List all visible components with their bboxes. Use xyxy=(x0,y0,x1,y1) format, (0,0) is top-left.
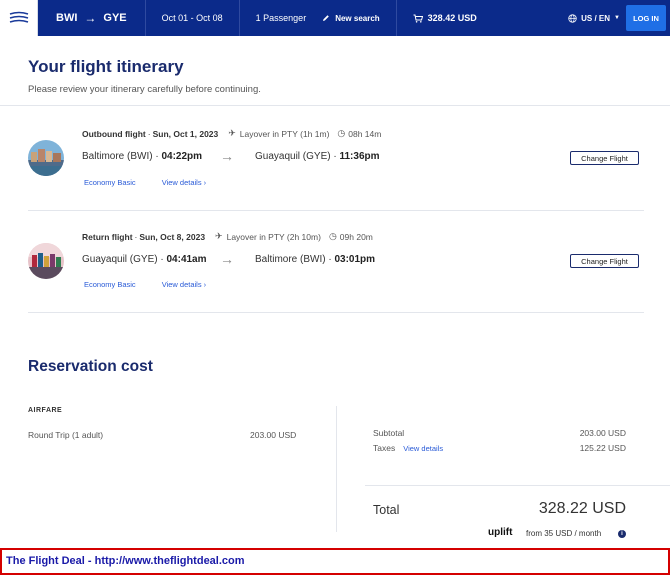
taxes-details-link[interactable]: View details xyxy=(403,444,443,453)
city-photo-icon xyxy=(28,140,64,176)
change-flight-button[interactable]: Change Flight xyxy=(570,151,639,165)
flight-date: Sun, Oct 1, 2023 xyxy=(152,128,219,139)
trip-type: Round Trip (1 adult) xyxy=(28,430,104,440)
passenger-count[interactable]: 1 Passenger xyxy=(240,13,323,23)
cart-total: 328.42 USD xyxy=(427,13,477,23)
new-search-label: New search xyxy=(335,13,380,23)
layover-text: Layover in PTY (2h 10m) xyxy=(226,231,321,242)
pencil-icon xyxy=(323,15,330,21)
language-selector[interactable]: US / EN ▼ xyxy=(568,0,620,36)
destination-code: GYE xyxy=(103,12,127,24)
total-divider xyxy=(365,485,670,486)
clock-icon: ◷ xyxy=(328,231,337,241)
view-details-link[interactable]: View details › xyxy=(162,280,206,289)
destination-image xyxy=(28,243,64,279)
airline-logo[interactable] xyxy=(0,0,38,36)
login-button[interactable]: LOG IN xyxy=(626,5,666,31)
flight-label: Outbound flight xyxy=(82,128,146,139)
duration-text: 09h 20m xyxy=(339,231,373,242)
column-divider xyxy=(336,406,337,532)
footer-banner: The Flight Deal - http://www.theflightde… xyxy=(0,548,670,575)
departure-city: Baltimore (BWI) · xyxy=(82,151,162,162)
total-value: 328.22 USD xyxy=(538,500,626,517)
section-divider xyxy=(0,105,670,106)
subtotal-row: Subtotal 203.00 USD xyxy=(373,428,626,438)
flight-header: Outbound flight · Sun, Oct 1, 2023 ✈ Lay… xyxy=(82,128,382,139)
departure-info: Baltimore (BWI) · 04:22pm xyxy=(82,151,202,162)
arrival-city: Baltimore (BWI) · xyxy=(255,254,335,265)
travel-dates[interactable]: Oct 01 - Oct 08 xyxy=(146,13,239,23)
subtotal-value: 203.00 USD xyxy=(579,428,626,438)
arrow-right-icon: → xyxy=(220,251,234,267)
arrival-time: 03:01pm xyxy=(334,254,376,265)
top-bar: BWI → GYE Oct 01 - Oct 08 1 Passenger Ne… xyxy=(0,0,670,36)
info-icon[interactable]: i xyxy=(618,530,626,538)
total-label: Total xyxy=(373,503,400,517)
origin-code: BWI xyxy=(56,12,78,24)
layover-text: Layover in PTY (1h 1m) xyxy=(239,128,330,139)
fare-class-link[interactable]: Economy Basic xyxy=(84,178,136,187)
outbound-flight-card: Outbound flight · Sun, Oct 1, 2023 ✈ Lay… xyxy=(0,120,670,210)
page-subtitle: Please review your itinerary carefully b… xyxy=(28,84,261,95)
city-photo-icon xyxy=(28,243,64,279)
footer-text[interactable]: The Flight Deal - http://www.theflightde… xyxy=(6,555,245,567)
trip-price: 203.00 USD xyxy=(250,430,297,440)
flight-links: Economy Basic View details › xyxy=(84,178,206,187)
departure-info: Guayaquil (GYE) · 04:41am xyxy=(82,254,207,265)
flight-divider xyxy=(28,210,644,211)
duration-info: ◷ 09h 20m xyxy=(329,231,373,242)
departure-time: 04:41am xyxy=(166,254,207,265)
new-search-button[interactable]: New search xyxy=(322,14,395,23)
flight-label: Return flight xyxy=(82,231,133,242)
flight-date: Sun, Oct 8, 2023 xyxy=(139,231,206,242)
subtotal-label: Subtotal xyxy=(373,428,405,438)
fare-class-link[interactable]: Economy Basic xyxy=(84,280,136,289)
flight-divider xyxy=(28,312,644,313)
destination-image xyxy=(28,140,64,176)
chevron-right-icon: › xyxy=(203,178,207,187)
chevron-down-icon: ▼ xyxy=(614,15,620,21)
cart-icon xyxy=(413,14,423,23)
page-title: Your flight itinerary xyxy=(28,57,184,76)
change-flight-button[interactable]: Change Flight xyxy=(570,254,639,268)
flight-header: Return flight · Sun, Oct 8, 2023 ✈ Layov… xyxy=(82,231,373,242)
layover-info: ✈ Layover in PTY (1h 1m) xyxy=(228,128,329,139)
plane-icon: ✈ xyxy=(228,128,236,138)
route-summary[interactable]: BWI → GYE xyxy=(56,11,127,25)
view-details-label: View details xyxy=(161,280,202,289)
view-details-link[interactable]: View details › xyxy=(162,178,206,187)
arrow-right-icon: → xyxy=(220,148,234,164)
plane-icon: ✈ xyxy=(215,231,223,241)
arrival-info: Baltimore (BWI) · 03:01pm xyxy=(255,254,375,265)
taxes-value: 125.22 USD xyxy=(579,443,626,453)
globe-icon xyxy=(568,13,577,23)
logo-icon xyxy=(9,11,28,23)
departure-city: Guayaquil (GYE) · xyxy=(82,254,167,265)
taxes-row: Taxes View details 125.22 USD xyxy=(373,443,626,453)
flight-links: Economy Basic View details › xyxy=(84,280,206,289)
view-details-label: View details xyxy=(161,178,202,187)
arrival-city: Guayaquil (GYE) · xyxy=(255,151,340,162)
taxes-label: Taxes xyxy=(373,443,396,453)
arrow-right-icon: → xyxy=(84,11,97,25)
cart-summary[interactable]: 328.42 USD xyxy=(397,13,493,23)
departure-time: 04:22pm xyxy=(161,151,203,162)
airfare-heading: AIRFARE xyxy=(28,407,63,414)
uplift-offer: from 35 USD / month xyxy=(526,529,602,538)
return-flight-card: Return flight · Sun, Oct 8, 2023 ✈ Layov… xyxy=(0,223,670,313)
clock-icon: ◷ xyxy=(337,128,346,138)
duration-info: ◷ 08h 14m xyxy=(337,128,381,139)
language-label: US / EN xyxy=(581,13,611,23)
layover-info: ✈ Layover in PTY (2h 10m) xyxy=(215,231,321,242)
chevron-right-icon: › xyxy=(203,280,207,289)
arrival-info: Guayaquil (GYE) · 11:36pm xyxy=(255,151,380,162)
reservation-title: Reservation cost xyxy=(28,358,153,375)
arrival-time: 11:36pm xyxy=(339,151,380,162)
uplift-logo: uplift xyxy=(488,527,513,538)
duration-text: 08h 14m xyxy=(348,128,382,139)
